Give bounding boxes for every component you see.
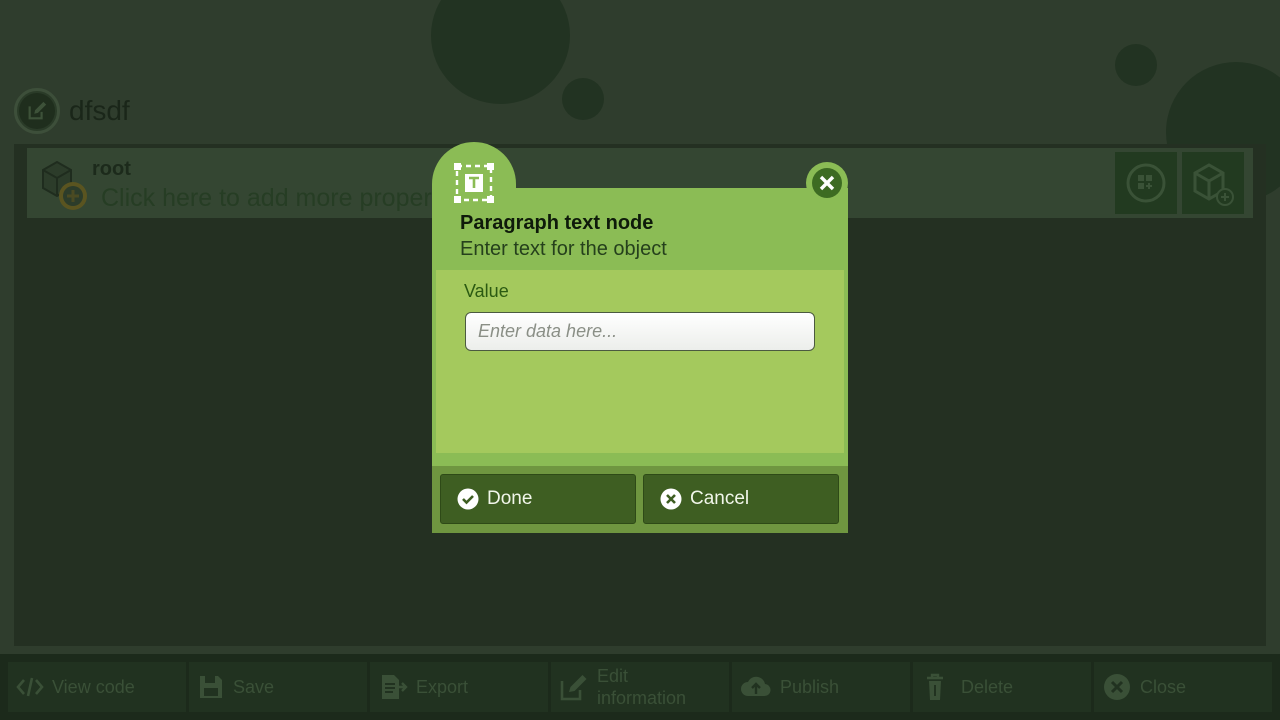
- view-code-label: View code: [52, 677, 135, 697]
- floppy-icon: [200, 676, 222, 698]
- add-object-button[interactable]: [1182, 152, 1244, 214]
- value-input[interactable]: [465, 312, 815, 351]
- save-button[interactable]: Save: [189, 662, 367, 712]
- close-button[interactable]: Close: [1094, 662, 1272, 712]
- component-cycle-icon: [1126, 163, 1166, 203]
- text-node-icon: [454, 163, 494, 203]
- edit-icon: [28, 101, 47, 120]
- edit-information-label: Edit information: [597, 666, 687, 708]
- edit-icon: [560, 675, 587, 701]
- code-icon: [16, 677, 44, 697]
- dialog-close-button[interactable]: [806, 162, 848, 204]
- publish-label: Publish: [780, 677, 840, 697]
- edit-information-button[interactable]: Edit information: [551, 662, 729, 712]
- close-label: Close: [1140, 677, 1187, 697]
- close-icon: [819, 175, 835, 191]
- dialog-form: Value: [436, 270, 844, 453]
- close-circle-icon: [660, 488, 682, 510]
- decor-circle: [1115, 44, 1157, 86]
- page-title: dfsdf: [69, 95, 130, 126]
- publish-button[interactable]: Publish: [732, 662, 910, 712]
- export-button[interactable]: Export: [370, 662, 548, 712]
- add-component-button[interactable]: [1115, 152, 1177, 214]
- value-label: Value: [464, 281, 509, 301]
- check-circle-icon: [457, 488, 479, 510]
- done-button[interactable]: Done: [440, 474, 636, 524]
- cancel-label: Cancel: [690, 488, 750, 509]
- app-header: dfsdf: [14, 88, 130, 134]
- cube-add-icon: [42, 160, 87, 210]
- trash-icon: [927, 673, 943, 700]
- bottom-toolbar: View code Save Export Edit information P…: [0, 654, 1280, 720]
- dialog-title: Paragraph text node: [460, 212, 654, 234]
- dialog-subtitle: Enter text for the object: [460, 238, 667, 260]
- export-icon: [382, 675, 408, 699]
- dialog-body: Value: [432, 270, 848, 466]
- cube-plus-icon: [1193, 163, 1234, 206]
- add-property-link[interactable]: Click here to add more properties: [101, 184, 471, 213]
- dialog-footer: Done Cancel: [432, 466, 848, 533]
- decor-circle: [562, 78, 604, 120]
- export-label: Export: [416, 677, 469, 697]
- delete-button[interactable]: Delete: [913, 662, 1091, 712]
- tree-node-label: root: [92, 158, 131, 180]
- decor-circle: [431, 0, 570, 104]
- delete-label: Delete: [961, 677, 1014, 697]
- done-label: Done: [487, 488, 533, 509]
- cancel-button[interactable]: Cancel: [643, 474, 839, 524]
- dialog-icon-tab: [432, 142, 516, 212]
- paragraph-text-dialog: Paragraph text node Enter text for the o…: [432, 142, 848, 533]
- close-icon: [1104, 674, 1130, 700]
- view-code-button[interactable]: View code: [8, 662, 186, 712]
- edit-title-button[interactable]: [14, 88, 60, 134]
- cloud-upload-icon: [741, 676, 771, 697]
- save-label: Save: [233, 677, 275, 697]
